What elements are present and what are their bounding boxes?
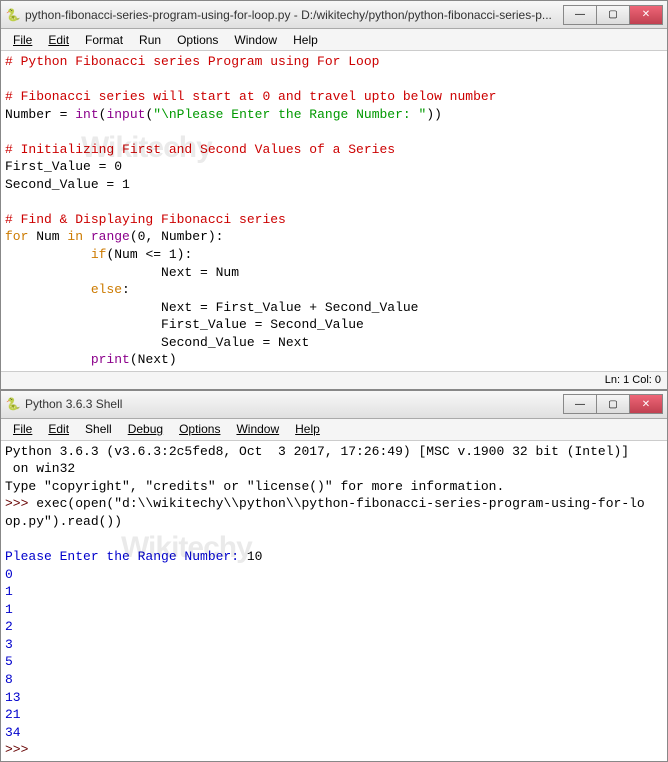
editor-statusbar: Ln: 1 Col: 0 <box>1 371 667 389</box>
code-line: Second_Value = 1 <box>5 177 130 192</box>
menu-edit[interactable]: Edit <box>40 420 77 438</box>
shell-output-line: 34 <box>5 725 21 740</box>
shell-output-line: 0 <box>5 567 13 582</box>
code-token: range <box>91 229 130 244</box>
code-token: input <box>106 107 145 122</box>
shell-output-area[interactable]: Python 3.6.3 (v3.6.3:2c5fed8, Oct 3 2017… <box>1 441 667 761</box>
shell-titlebar[interactable]: 🐍 Python 3.6.3 Shell — ▢ ✕ <box>1 391 667 419</box>
editor-window-buttons: — ▢ ✕ <box>564 5 663 25</box>
shell-banner: Python 3.6.3 (v3.6.3:2c5fed8, Oct 3 2017… <box>5 444 629 477</box>
code-token <box>83 229 91 244</box>
code-token: if <box>91 247 107 262</box>
code-token: (0, Number): <box>130 229 224 244</box>
code-token: Num <box>28 229 67 244</box>
editor-menubar: File Edit Format Run Options Window Help <box>1 29 667 51</box>
menu-file[interactable]: File <box>5 420 40 438</box>
menu-options[interactable]: Options <box>169 31 226 49</box>
shell-window-buttons: — ▢ ✕ <box>564 394 663 414</box>
shell-prompt: >>> <box>5 496 36 511</box>
shell-output-line: 1 <box>5 584 13 599</box>
shell-output-line: 1 <box>5 602 13 617</box>
maximize-button[interactable]: ▢ <box>596 394 630 414</box>
menu-debug[interactable]: Debug <box>120 420 171 438</box>
shell-output-line: 13 <box>5 690 21 705</box>
shell-window: 🐍 Python 3.6.3 Shell — ▢ ✕ File Edit She… <box>0 390 668 762</box>
cursor-position: Ln: 1 Col: 0 <box>605 374 661 386</box>
shell-banner: Type "copyright", "credits" or "license(… <box>5 479 504 494</box>
python-icon: 🐍 <box>5 7 21 23</box>
close-button[interactable]: ✕ <box>629 5 663 25</box>
code-token: for <box>5 229 28 244</box>
menu-help[interactable]: Help <box>285 31 326 49</box>
shell-output-line: 2 <box>5 619 13 634</box>
shell-menubar: File Edit Shell Debug Options Window Hel… <box>1 419 667 441</box>
code-token: in <box>67 229 83 244</box>
code-line: Second_Value = Next <box>5 335 309 350</box>
minimize-button[interactable]: — <box>563 394 597 414</box>
minimize-button[interactable]: — <box>563 5 597 25</box>
editor-titlebar[interactable]: 🐍 python-fibonacci-series-program-using-… <box>1 1 667 29</box>
menu-format[interactable]: Format <box>77 31 131 49</box>
code-line: Next = First_Value + Second_Value <box>5 300 418 315</box>
code-token <box>5 247 91 262</box>
python-icon: 🐍 <box>5 396 21 412</box>
menu-file[interactable]: File <box>5 31 40 49</box>
code-token: print <box>91 352 130 367</box>
shell-input-value: 10 <box>247 549 263 564</box>
editor-code-area[interactable]: # Python Fibonacci series Program using … <box>1 51 667 371</box>
shell-title: Python 3.6.3 Shell <box>25 397 564 411</box>
menu-window[interactable]: Window <box>226 31 285 49</box>
menu-options[interactable]: Options <box>171 420 228 438</box>
code-token <box>5 282 91 297</box>
code-line: # Initializing First and Second Values o… <box>5 142 395 157</box>
shell-exec: exec(open("d:\\wikitechy\\python\\python… <box>5 496 645 529</box>
code-token <box>5 352 91 367</box>
code-token: (Num <= 1): <box>106 247 192 262</box>
code-token: (Next) <box>130 352 177 367</box>
close-button[interactable]: ✕ <box>629 394 663 414</box>
editor-window: 🐍 python-fibonacci-series-program-using-… <box>0 0 668 390</box>
code-token: "\nPlease Enter the Range Number: " <box>153 107 426 122</box>
code-token: int <box>75 107 98 122</box>
editor-title: python-fibonacci-series-program-using-fo… <box>25 8 564 22</box>
code-token: : <box>122 282 130 297</box>
code-token: )) <box>426 107 442 122</box>
code-line: # Python Fibonacci series Program using … <box>5 54 379 69</box>
menu-window[interactable]: Window <box>228 420 287 438</box>
code-token: Number = <box>5 107 75 122</box>
code-line: # Find & Displaying Fibonacci series <box>5 212 286 227</box>
code-token: else <box>91 282 122 297</box>
menu-help[interactable]: Help <box>287 420 328 438</box>
menu-run[interactable]: Run <box>131 31 169 49</box>
shell-input-prompt: Please Enter the Range Number: <box>5 549 247 564</box>
code-line: First_Value = 0 <box>5 159 122 174</box>
shell-output-line: 21 <box>5 707 21 722</box>
maximize-button[interactable]: ▢ <box>596 5 630 25</box>
shell-output-line: 3 <box>5 637 13 652</box>
code-line: Next = Num <box>5 265 239 280</box>
code-line: First_Value = Second_Value <box>5 317 364 332</box>
shell-output-line: 5 <box>5 654 13 669</box>
menu-shell[interactable]: Shell <box>77 420 120 438</box>
code-line: # Fibonacci series will start at 0 and t… <box>5 89 496 104</box>
menu-edit[interactable]: Edit <box>40 31 77 49</box>
shell-output-line: 8 <box>5 672 13 687</box>
shell-prompt: >>> <box>5 742 36 757</box>
